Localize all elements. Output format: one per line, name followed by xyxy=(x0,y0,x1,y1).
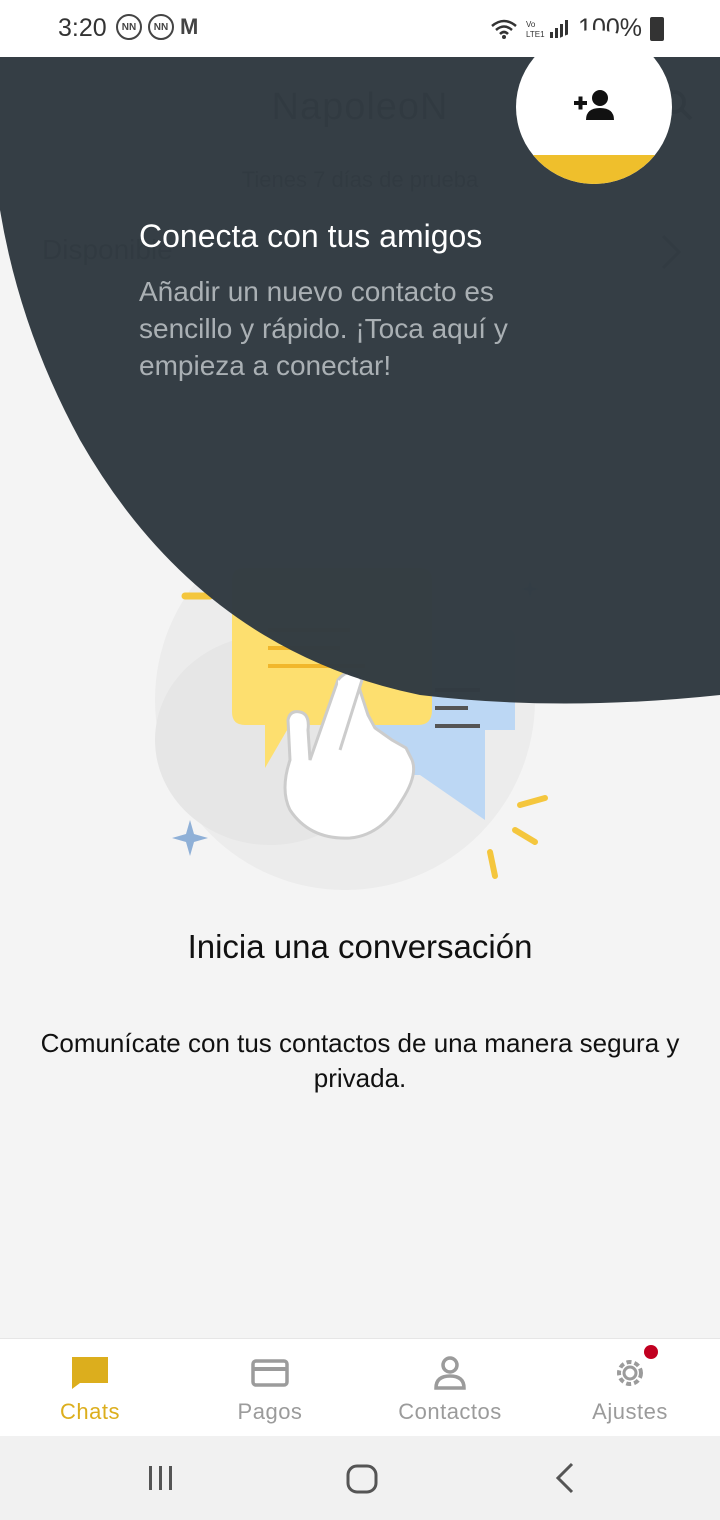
chevron-right-icon[interactable] xyxy=(655,232,685,272)
nav-label: Contactos xyxy=(398,1399,502,1424)
empty-state-title: Inicia una conversación xyxy=(187,928,533,965)
showcase-description: Añadir un nuevo contacto es sencillo y r… xyxy=(139,276,508,381)
nav-contactos[interactable]: Contactos xyxy=(360,1339,540,1437)
add-contact-spotlight[interactable] xyxy=(516,30,672,184)
conversation-illustration xyxy=(155,510,548,890)
status-time: 3:20 xyxy=(58,14,107,42)
svg-text:Vo: Vo xyxy=(526,20,536,29)
app-notification-icon: NN xyxy=(116,14,142,40)
system-navigation-bar xyxy=(0,1436,720,1520)
empty-state-description: Comunícate con tus contactos de una mane… xyxy=(40,1028,680,1093)
notification-icons: NN NN M xyxy=(116,14,198,40)
nav-label: Pagos xyxy=(237,1399,303,1424)
recent-apps-icon[interactable] xyxy=(146,1458,176,1498)
showcase-title: Conecta con tus amigos xyxy=(139,218,483,254)
nav-chats[interactable]: Chats xyxy=(0,1339,180,1437)
nav-ajustes[interactable]: Ajustes xyxy=(540,1339,720,1437)
battery-icon xyxy=(650,16,664,41)
gear-icon xyxy=(617,1360,643,1386)
app-notification-icon: NN xyxy=(148,14,174,40)
back-icon[interactable] xyxy=(550,1458,580,1498)
person-icon xyxy=(434,1356,466,1390)
wifi-icon xyxy=(491,19,517,39)
add-contact-icon[interactable] xyxy=(572,88,616,122)
notification-dot xyxy=(644,1345,658,1359)
svg-text:LTE1: LTE1 xyxy=(526,30,545,39)
nav-pagos[interactable]: Pagos xyxy=(180,1339,360,1437)
spotlight-accent xyxy=(516,155,672,184)
gmail-icon: M xyxy=(180,14,199,39)
card-icon xyxy=(251,1359,289,1387)
nav-label: Chats xyxy=(60,1399,120,1424)
chat-icon xyxy=(72,1357,108,1389)
bottom-navigation: Chats Pagos Contactos Ajustes xyxy=(0,1338,720,1436)
nav-label: Ajustes xyxy=(592,1399,668,1424)
home-icon[interactable] xyxy=(344,1458,380,1498)
